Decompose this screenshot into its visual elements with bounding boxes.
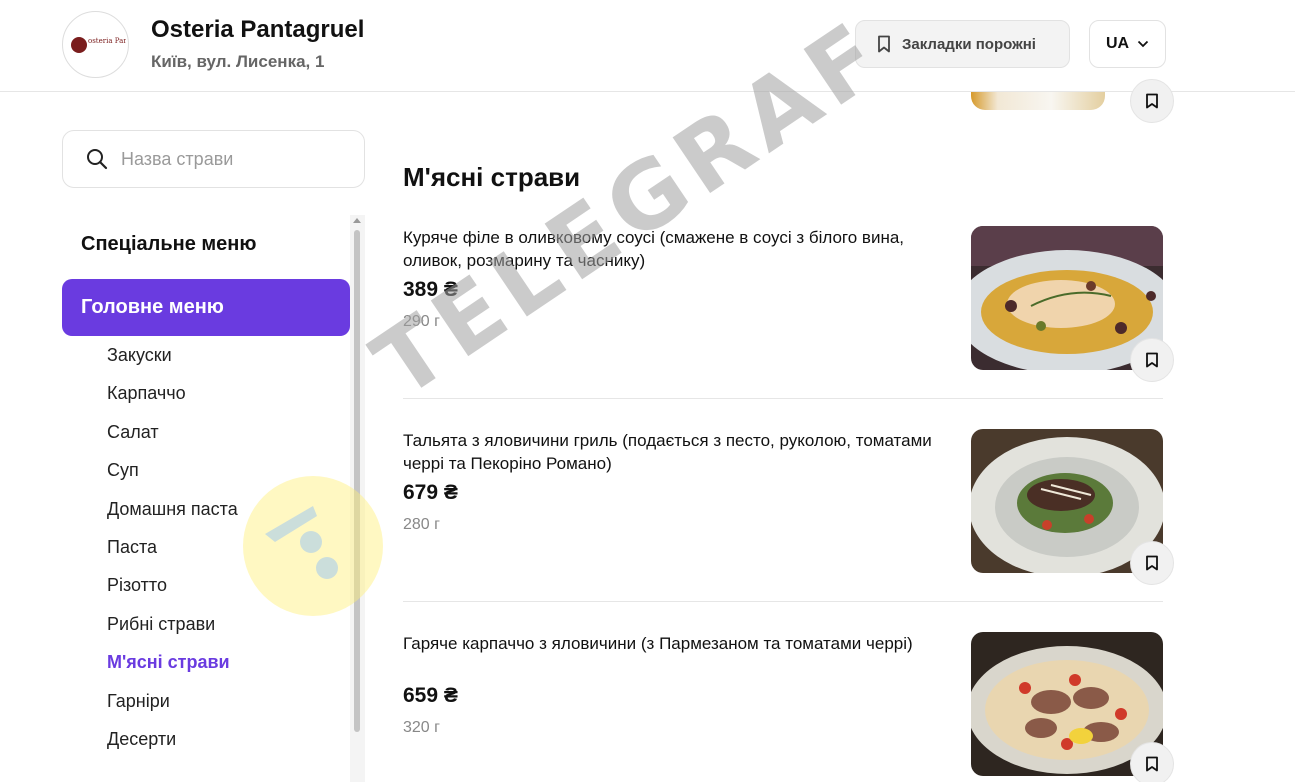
dish-price: 659 ₴ [403, 684, 458, 707]
special-menu-link[interactable]: Спеціальне меню [81, 233, 256, 256]
dish-card[interactable]: Гаряче карпаччо з яловичини (з Пармезано… [403, 632, 1163, 776]
sidebar-item-sup[interactable]: Суп [107, 460, 139, 481]
bookmarks-label: Закладки порожні [902, 35, 1036, 53]
chevron-down-icon [1137, 40, 1149, 48]
sidebar-item-zakusky[interactable]: Закуски [107, 345, 172, 366]
sidebar-item-rybni-stravy[interactable]: Рибні страви [107, 614, 215, 635]
scroll-up-arrow[interactable] [353, 218, 361, 223]
sidebar-item-salat[interactable]: Салат [107, 422, 159, 443]
sidebar-item-pasta[interactable]: Паста [107, 537, 157, 558]
sidebar-item-harniry[interactable]: Гарніри [107, 691, 170, 712]
search-box[interactable] [62, 130, 365, 188]
dish-weight: 280 г [403, 516, 440, 533]
sidebar: Спеціальне меню Головне меню Закуски Кар… [62, 215, 365, 782]
previous-dish-image [971, 92, 1105, 110]
bookmark-icon [878, 35, 890, 53]
dish-name: Гаряче карпаччо з яловичини (з Пармезано… [403, 634, 913, 653]
header: osteria Pantagruel Osteria Pantagruel Ки… [0, 0, 1295, 92]
divider [403, 601, 1163, 602]
bookmark-icon [1146, 555, 1158, 571]
restaurant-address: Київ, вул. Лисенка, 1 [151, 52, 325, 71]
language-label: UA [1105, 35, 1130, 52]
scrollbar-thumb[interactable] [354, 230, 360, 732]
dish-price: 389 ₴ [403, 278, 458, 301]
bookmark-button[interactable] [1130, 541, 1174, 585]
sidebar-item-domashnia-pasta[interactable]: Домашня паста [107, 499, 238, 520]
dish-weight: 320 г [403, 719, 440, 736]
logo-icon: osteria Pantagruel [70, 36, 126, 53]
sidebar-item-miasni-stravy[interactable]: М'ясні страви [107, 652, 230, 673]
language-select[interactable]: UA [1089, 20, 1166, 68]
dish-price: 679 ₴ [403, 481, 458, 504]
dish-name: Тальята з яловичини гриль (подається з п… [403, 431, 932, 473]
sidebar-item-deserty[interactable]: Десерти [107, 729, 176, 750]
search-icon [87, 149, 108, 170]
dish-card[interactable]: Куряче філе в оливковому соусі (смажене … [403, 226, 1163, 370]
dish-card[interactable]: Тальята з яловичини гриль (подається з п… [403, 429, 1163, 573]
dish-name: Куряче філе в оливковому соусі (смажене … [403, 228, 905, 270]
bookmark-icon [1146, 756, 1158, 772]
bookmark-button[interactable] [1130, 338, 1174, 382]
bookmark-button[interactable] [1130, 79, 1174, 123]
bookmarks-button[interactable]: Закладки порожні [855, 20, 1070, 68]
restaurant-name: Osteria Pantagruel [151, 16, 365, 43]
bookmark-button[interactable] [1130, 742, 1174, 782]
main-menu-link[interactable]: Головне меню [62, 279, 350, 336]
bookmark-icon [1146, 93, 1158, 109]
restaurant-logo[interactable]: osteria Pantagruel [62, 11, 129, 78]
bookmark-icon [1146, 352, 1158, 368]
divider [403, 398, 1163, 399]
sidebar-item-karpachcho[interactable]: Карпаччо [107, 383, 186, 404]
dish-weight: 290 г [403, 313, 440, 330]
search-input[interactable] [121, 148, 341, 170]
section-title: М'ясні страви [403, 162, 581, 192]
sidebar-item-rizotto[interactable]: Різотто [107, 575, 167, 596]
logo-text: osteria Pantagruel [88, 37, 126, 45]
